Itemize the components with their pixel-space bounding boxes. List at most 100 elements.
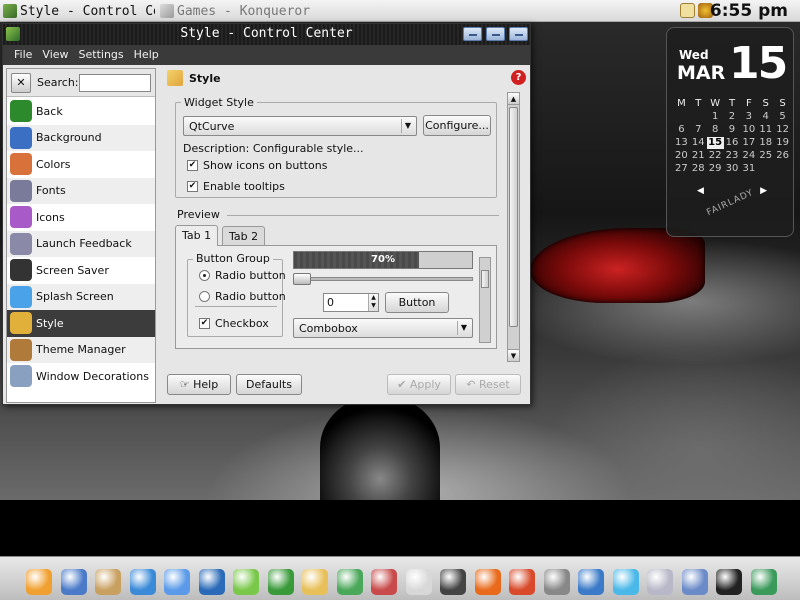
reset-button[interactable]: ↶ Reset (455, 374, 521, 395)
apply-button[interactable]: ✔ Apply (387, 374, 451, 395)
tooltips-checkbox[interactable]: ✔ Enable tooltips (187, 180, 285, 193)
tab-1[interactable]: Tab 1 (175, 225, 219, 246)
mail-icon[interactable] (302, 569, 328, 595)
settings-scrollbar[interactable]: ▲ ▼ (507, 92, 520, 362)
sidebar-item-window-decorations[interactable]: Window Decorations (7, 363, 155, 390)
preview-combobox[interactable]: Combobox ▼ (293, 318, 473, 338)
calendar-day[interactable]: 12 (774, 124, 791, 136)
clipboard-icon[interactable] (680, 3, 695, 18)
menu-view[interactable]: View (37, 45, 73, 65)
calendar-day[interactable]: 8 (707, 124, 724, 136)
sidebar-item-back[interactable]: Back (7, 98, 155, 125)
calendar-day[interactable]: 6 (673, 124, 690, 136)
sidebar-item-fonts[interactable]: Fonts (7, 177, 155, 204)
preview-scroll-thumb[interactable] (481, 270, 489, 288)
sidebar-item-colors[interactable]: Colors (7, 151, 155, 178)
spin-arrows-icon[interactable]: ▲ ▼ (368, 294, 378, 311)
gimp-icon[interactable] (543, 569, 570, 595)
menu-file[interactable]: File (9, 45, 37, 65)
help-button[interactable]: ☞ Help (167, 374, 231, 395)
menu-help[interactable]: Help (129, 45, 164, 65)
headset-icon[interactable] (440, 569, 466, 595)
cd-icon[interactable] (405, 569, 432, 595)
radio-1-indicator[interactable] (199, 270, 210, 281)
media-icon[interactable] (267, 569, 294, 595)
scroll-down-icon[interactable]: ▼ (508, 349, 519, 361)
sidebar-item-icons[interactable]: Icons (7, 204, 155, 231)
monitor-icon[interactable] (60, 569, 87, 595)
settings-icon[interactable] (233, 569, 259, 595)
calendar-day[interactable]: 25 (757, 150, 774, 162)
scroll-up-icon[interactable]: ▲ (508, 93, 519, 105)
sidebar-item-screen-saver[interactable]: Screen Saver (7, 257, 155, 284)
sidebar-item-splash-screen[interactable]: Splash Screen (7, 283, 155, 310)
calendar-day[interactable]: 2 (724, 111, 741, 123)
defaults-button[interactable]: Defaults (236, 374, 302, 395)
calendar-day[interactable]: 23 (724, 150, 741, 162)
calendar-day[interactable]: 15 (706, 137, 724, 149)
calendar-day[interactable]: 4 (757, 111, 774, 123)
calendar-day[interactable]: 10 (740, 124, 757, 136)
calendar-day[interactable]: 16 (724, 137, 741, 149)
calendar-day[interactable]: 22 (707, 150, 724, 162)
task-style-control-center[interactable]: Style - Control Cente (3, 2, 155, 20)
calendar-day[interactable]: 18 (757, 137, 774, 149)
calendar-next-icon[interactable]: ▶ (760, 186, 767, 196)
terminal-icon[interactable] (716, 569, 742, 595)
calendar-day[interactable]: 29 (707, 163, 724, 175)
spin-box[interactable]: 0 ▲ ▼ (323, 293, 379, 312)
maximize-button[interactable] (486, 27, 505, 41)
photo-icon[interactable] (578, 569, 604, 595)
calendar-day[interactable]: 13 (673, 137, 690, 149)
show-icons-checkbox[interactable]: ✔ Show icons on buttons (187, 159, 327, 172)
radio-button-2[interactable]: Radio button (199, 290, 286, 303)
calendar-prev-icon[interactable]: ◀ (697, 186, 704, 196)
tooltips-check[interactable]: ✔ (187, 181, 198, 192)
home-icon[interactable] (95, 569, 121, 595)
calendar-day[interactable]: 24 (740, 150, 757, 162)
tab-2[interactable]: Tab 2 (222, 226, 266, 246)
sidebar-item-theme-manager[interactable]: Theme Manager (7, 336, 155, 363)
calendar-day[interactable]: 5 (774, 111, 791, 123)
chart-icon[interactable] (509, 569, 535, 595)
calendar-day[interactable]: 30 (724, 163, 741, 175)
close-button[interactable] (509, 27, 528, 41)
preview-checkbox[interactable]: ✔ Checkbox (199, 317, 269, 330)
browser-icon[interactable] (164, 569, 190, 595)
preview-check[interactable]: ✔ (199, 318, 210, 329)
menu-settings[interactable]: Settings (74, 45, 129, 65)
system-icon[interactable] (26, 569, 52, 595)
radio-button-1[interactable]: Radio button (199, 269, 286, 282)
calendar-day[interactable]: 11 (757, 124, 774, 136)
calendar-day[interactable]: 17 (740, 137, 757, 149)
calc-icon[interactable] (336, 569, 363, 595)
calendar-day[interactable]: 26 (774, 150, 791, 162)
clock[interactable]: 6:55 pm (710, 1, 788, 21)
toolbox-icon[interactable] (371, 569, 397, 595)
settings-scroll-thumb[interactable] (509, 107, 518, 327)
calendar-day[interactable]: 20 (673, 150, 690, 162)
network-config-icon[interactable] (681, 569, 708, 595)
preview-button[interactable]: Button (385, 292, 449, 313)
stats-icon[interactable] (750, 569, 777, 595)
calendar-day[interactable]: 9 (724, 124, 741, 136)
sidebar-item-background[interactable]: Background (7, 124, 155, 151)
network-icon[interactable] (129, 569, 156, 595)
slider-track[interactable] (293, 277, 473, 281)
slider-handle[interactable] (293, 273, 311, 285)
calendar-day[interactable]: 19 (774, 137, 791, 149)
calendar-day[interactable]: 7 (690, 124, 707, 136)
calendar-day[interactable]: 14 (690, 137, 707, 149)
internet-icon[interactable] (198, 569, 225, 595)
calendar-day[interactable]: 1 (707, 111, 724, 123)
calendar-day[interactable]: 28 (690, 163, 707, 175)
calendar-day[interactable]: 27 (673, 163, 690, 175)
task-games-konqueror[interactable]: Games - Konqueror (160, 2, 320, 20)
configure-button[interactable]: Configure... (423, 115, 491, 136)
calendar-day[interactable]: 21 (690, 150, 707, 162)
firefox-icon[interactable] (474, 569, 501, 595)
calendar-day[interactable]: 31 (740, 163, 757, 175)
blocks-icon[interactable] (612, 569, 639, 595)
show-icons-check[interactable]: ✔ (187, 160, 198, 171)
minimize-button[interactable] (463, 27, 482, 41)
